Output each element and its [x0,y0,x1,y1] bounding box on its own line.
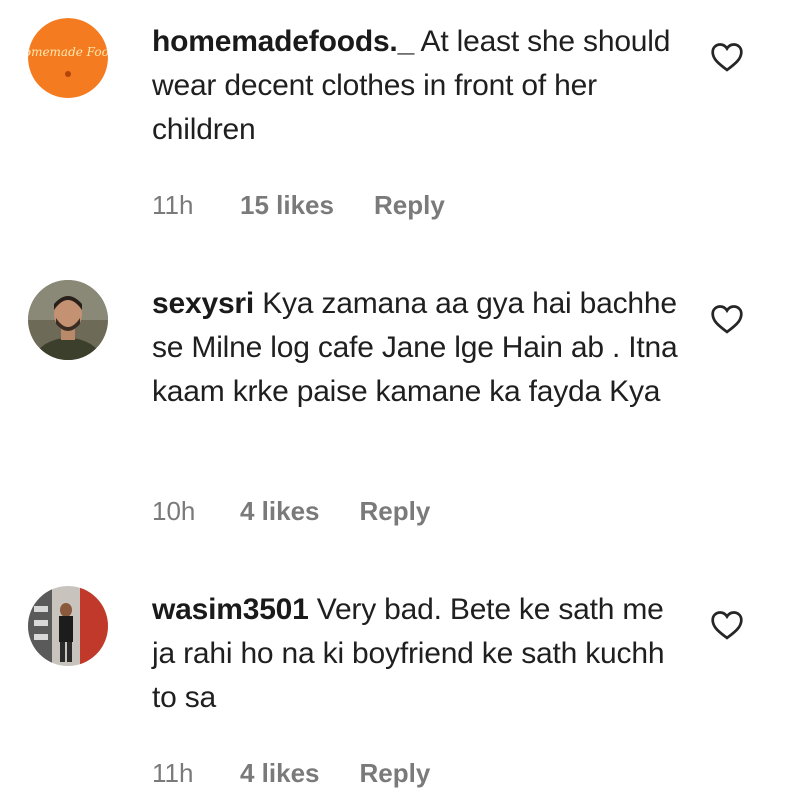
comment-likes[interactable]: 4 likes [240,758,320,789]
heart-icon[interactable] [710,304,744,334]
comment-meta: 10h 4 likes Reply [152,496,430,527]
heart-icon[interactable] [710,610,744,640]
comment-username[interactable]: wasim3501 [152,593,309,626]
comment-time: 11h [152,190,194,220]
comment-username[interactable]: sexysri [152,287,254,320]
comment-text: homemadefoods._ At least she should wear… [152,20,692,152]
comment-meta: 11h 15 likes Reply [152,190,445,221]
heart-icon[interactable] [710,42,744,72]
comment-username[interactable]: homemadefoods._ [152,25,414,58]
reply-button[interactable]: Reply [374,190,445,221]
comment-text: wasim3501 Very bad. Bete ke sath me ja r… [152,588,692,720]
comment-likes[interactable]: 15 likes [240,190,334,221]
avatar[interactable]: Homemade Foods [28,18,108,98]
avatar-image: Homemade Foods [28,18,108,98]
avatar-logo-text: Homemade Foods [28,45,108,59]
reply-button[interactable]: Reply [360,758,431,789]
comment-likes[interactable]: 4 likes [240,496,320,527]
avatar[interactable] [28,586,108,666]
comment-meta: 11h 4 likes Reply [152,758,430,789]
comment-text: sexysri Kya zamana aa gya hai bachhe se … [152,282,692,414]
reply-button[interactable]: Reply [360,496,431,527]
avatar-image [28,586,108,666]
comment-time: 11h [152,758,194,788]
comment-time: 10h [152,496,196,526]
avatar-image [28,280,108,360]
avatar[interactable] [28,280,108,360]
